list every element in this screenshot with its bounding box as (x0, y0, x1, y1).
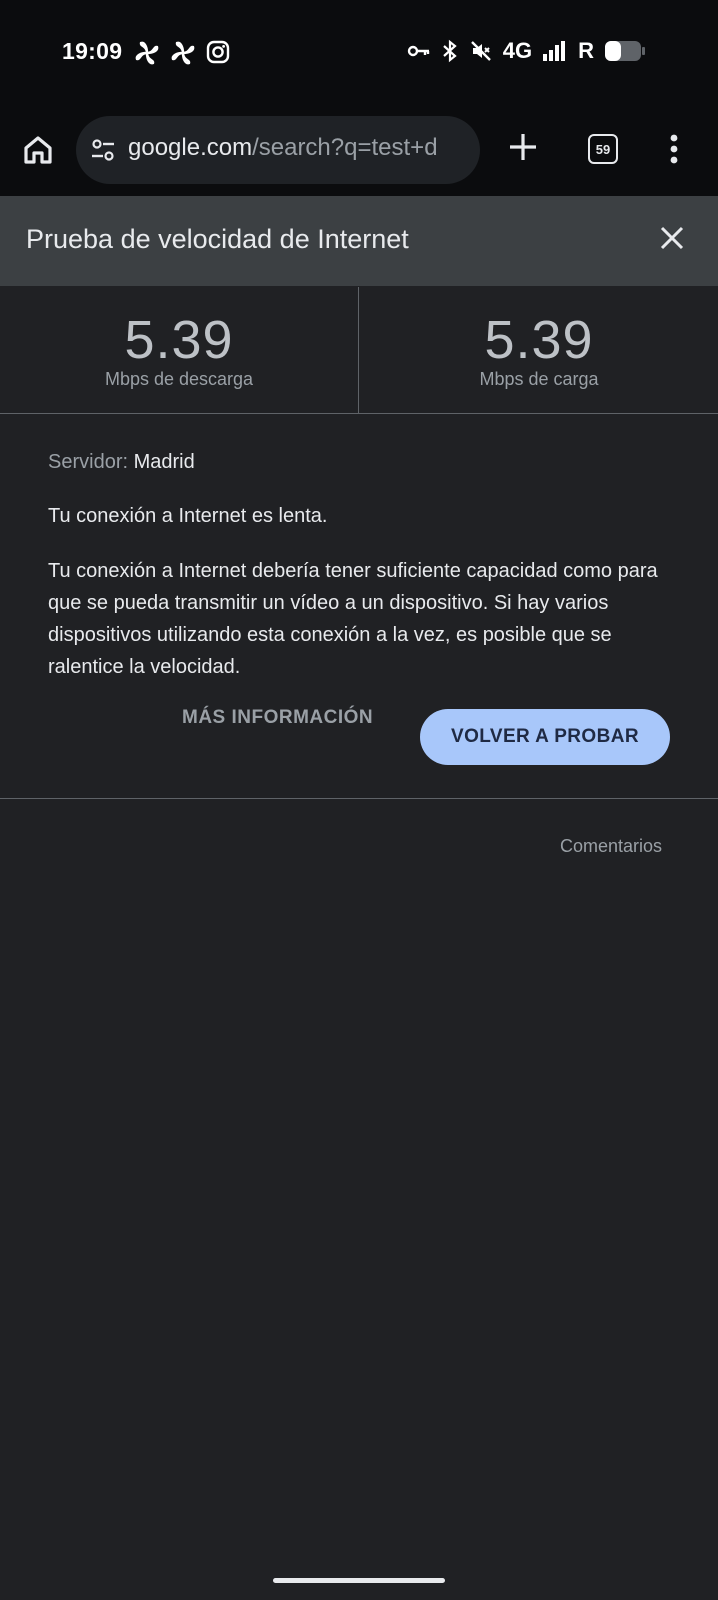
instagram-icon (206, 40, 230, 64)
page-title: Prueba de velocidad de Internet (26, 224, 409, 254)
url-host: google.com (128, 134, 253, 161)
network-type: 4G (502, 38, 533, 63)
tab-switcher-button[interactable]: 59 (588, 134, 618, 164)
browser-toolbar: google.com/search?q=test+d 59 (0, 104, 718, 196)
feedback-link[interactable]: Comentarios (560, 836, 662, 857)
url-text[interactable]: google.com/search?q=test+d (128, 134, 473, 162)
status-bar: 19:09 4G R (0, 0, 718, 104)
key-icon (407, 45, 429, 57)
server-info: Servidor: Madrid (48, 451, 195, 474)
pinwheel-icon (171, 41, 195, 65)
server-label: Servidor: (48, 451, 129, 473)
home-icon[interactable] (20, 132, 56, 168)
bluetooth-icon (443, 39, 457, 63)
more-info-button[interactable]: MÁS INFORMACIÓN (182, 707, 373, 729)
more-options-icon[interactable] (670, 134, 678, 164)
roaming-indicator: R (578, 38, 594, 63)
speed-test-details: Servidor: Madrid Tu conexión a Internet … (0, 415, 718, 799)
close-icon[interactable] (660, 226, 684, 250)
status-time: 19:09 (62, 38, 123, 64)
site-settings-icon[interactable] (90, 138, 116, 162)
new-tab-icon[interactable] (506, 130, 540, 164)
mute-icon (470, 41, 491, 61)
system-icons: 4G R (407, 38, 646, 64)
download-unit: Mbps de descarga (104, 369, 254, 389)
download-result: 5.39 Mbps de descarga (0, 287, 359, 414)
connection-description: Tu conexión a Internet debería tener suf… (48, 560, 658, 678)
url-path: /search?q=test+d (252, 134, 438, 161)
notification-icons (134, 40, 230, 66)
connection-status: Tu conexión a Internet es lenta. (48, 505, 328, 527)
address-bar[interactable]: google.com/search?q=test+d (76, 116, 480, 184)
upload-result: 5.39 Mbps de carga (360, 287, 718, 414)
upload-value: 5.39 (484, 310, 594, 370)
download-value: 5.39 (124, 310, 234, 370)
signal-icon (543, 41, 566, 61)
speed-test-header: Prueba de velocidad de Internet (0, 196, 718, 286)
retry-label: VOLVER A PROBAR (451, 726, 639, 747)
tab-count: 59 (595, 141, 611, 157)
retry-button[interactable]: VOLVER A PROBAR (420, 709, 670, 765)
upload-unit: Mbps de carga (479, 369, 599, 389)
pinwheel-icon (135, 41, 159, 65)
speed-results: 5.39 Mbps de descarga 5.39 Mbps de carga (0, 287, 718, 414)
server-value: Madrid (133, 451, 195, 473)
gesture-nav-handle[interactable] (273, 1578, 445, 1583)
battery-icon (605, 41, 645, 61)
